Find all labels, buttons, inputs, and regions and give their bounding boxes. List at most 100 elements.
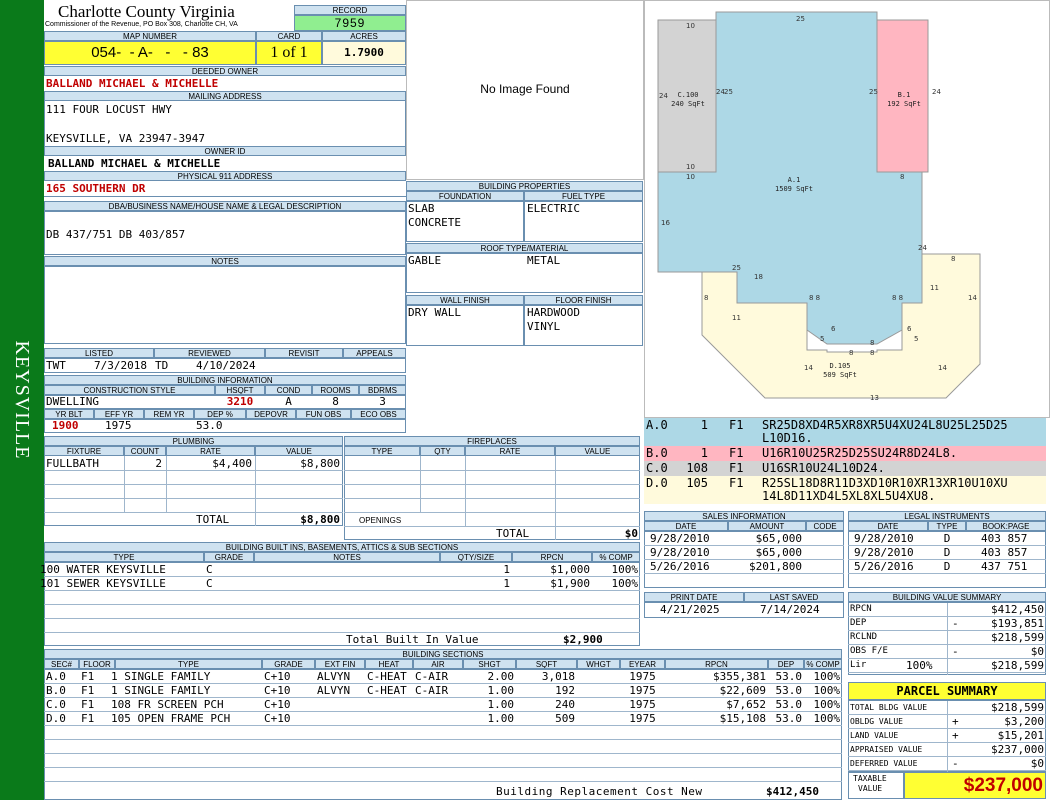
map-number-value: 054- - A- - - 83 bbox=[44, 41, 256, 65]
depovr-header: DEPOVR bbox=[246, 409, 296, 419]
section-cell: 53.0 bbox=[775, 684, 803, 697]
notes-box bbox=[44, 266, 406, 344]
wall-finish-value: DRY WALL bbox=[408, 306, 461, 319]
sections-col-9: WHGT bbox=[577, 659, 620, 669]
fireplace-col-qty: QTY bbox=[420, 446, 465, 456]
value-summary-value: $218,599 bbox=[991, 631, 1044, 644]
section-cell: ALVYN bbox=[317, 684, 351, 697]
sections-col-1: FLOOR bbox=[79, 659, 115, 669]
section-cell: 105 OPEN FRAME PCH bbox=[111, 712, 231, 725]
acres-value: 1.7900 bbox=[322, 41, 406, 65]
dim: 14 bbox=[968, 294, 977, 302]
section-cell: 53.0 bbox=[775, 670, 803, 683]
value-summary-label: DEP bbox=[850, 618, 867, 628]
roof-type-value: GABLE bbox=[408, 254, 442, 267]
builtin-col-type: TYPE bbox=[44, 552, 204, 562]
foundation-header: FOUNDATION bbox=[406, 191, 524, 201]
section-cell: 1975 bbox=[629, 670, 656, 683]
legal-bookpage: 437 751 bbox=[981, 560, 1028, 573]
row-line bbox=[344, 470, 640, 471]
sketch-label-c: C.100 bbox=[677, 91, 698, 99]
sections-col-5: HEAT bbox=[365, 659, 413, 669]
builtin-row-1-qty: 1 bbox=[503, 563, 510, 576]
vector-string-cont: L10D16. bbox=[762, 431, 813, 445]
building-info-row-2 bbox=[44, 419, 406, 433]
fireplace-total-label: TOTAL bbox=[496, 527, 530, 540]
plumbing-value: $8,800 bbox=[300, 457, 340, 470]
rooms-header: ROOMS bbox=[312, 385, 359, 395]
section-cell: 100% bbox=[813, 698, 841, 711]
section-cell: $7,652 bbox=[726, 698, 766, 711]
mailing-line-2: KEYSVILLE, VA 23947-3947 bbox=[46, 132, 205, 145]
section-cell: C.0 bbox=[46, 698, 66, 711]
builtin-total-value: $2,900 bbox=[563, 633, 603, 646]
section-cell: 1 SINGLE FAMILY bbox=[111, 670, 211, 683]
row-line bbox=[44, 725, 842, 726]
roof-box bbox=[406, 253, 643, 293]
sales-col-amount: AMOUNT bbox=[728, 521, 806, 531]
vector-code: 1 bbox=[700, 418, 708, 432]
dim: 25 bbox=[869, 88, 878, 96]
plumbing-header: PLUMBING bbox=[44, 436, 343, 446]
floor-finish-header: FLOOR FINISH bbox=[524, 295, 643, 305]
section-cell: $22,609 bbox=[719, 684, 766, 697]
vector-sec: C.0 bbox=[646, 461, 668, 475]
appeals-header: APPEALS bbox=[343, 348, 406, 358]
builtin-col-rpcn: RPCN bbox=[512, 552, 592, 562]
building-sketch: 25 10 24 24 25 25 24 10 10 8 16 24 8 25 … bbox=[644, 0, 1050, 418]
legal-desc-value: DB 437/751 DB 403/857 bbox=[46, 228, 186, 241]
sections-col-10: EYEAR bbox=[620, 659, 665, 669]
section-cell: 108 FR SCREEN PCH bbox=[111, 698, 224, 711]
section-cell: C-HEAT bbox=[367, 670, 407, 683]
section-cell: 1.00 bbox=[487, 684, 515, 697]
vector-sec: A.0 bbox=[646, 418, 668, 432]
print-date-value: 4/21/2025 bbox=[660, 603, 720, 616]
building-sections-header: BUILDING SECTIONS bbox=[44, 649, 842, 659]
row-line bbox=[44, 781, 842, 782]
plumbing-fixture: FULLBATH bbox=[46, 457, 99, 470]
builtin-row-1-grade: C bbox=[206, 563, 213, 576]
sales-amount: $65,000 bbox=[755, 532, 802, 545]
section-cell: F1 bbox=[81, 698, 95, 711]
section-cell: 53.0 bbox=[775, 698, 803, 711]
sketch-area-b: 192 SqFt bbox=[887, 100, 921, 108]
effyr-header: EFF YR bbox=[94, 409, 144, 419]
fireplace-col-type: TYPE bbox=[344, 446, 420, 456]
dim: 25 bbox=[724, 88, 733, 96]
section-cell: 2.00 bbox=[487, 670, 515, 683]
section-cell: C-AIR bbox=[415, 684, 449, 697]
dim: 10 bbox=[686, 163, 695, 171]
dim: 18 bbox=[754, 273, 763, 281]
dim: 24 bbox=[918, 244, 927, 252]
sections-col-11: RPCN bbox=[665, 659, 768, 669]
record-value: 7959 bbox=[294, 15, 406, 31]
legal-desc-header: DBA/BUSINESS NAME/HOUSE NAME & LEGAL DES… bbox=[44, 201, 406, 211]
commissioner-line: Commissioner of the Revenue, PO Box 308,… bbox=[45, 21, 238, 28]
vector-floor: F1 bbox=[729, 446, 744, 460]
sections-col-13: % COMP bbox=[804, 659, 842, 669]
bdrms-value: 3 bbox=[379, 395, 386, 408]
bdrms-header: BDRMS bbox=[359, 385, 406, 395]
builtin-row-2-qty: 1 bbox=[503, 577, 510, 590]
print-date-header: PRINT DATE bbox=[644, 592, 744, 602]
sections-col-3: GRADE bbox=[262, 659, 315, 669]
section-cell: 3,018 bbox=[541, 670, 575, 683]
value-summary-value: $193,851 bbox=[991, 617, 1044, 630]
section-cell: 1975 bbox=[629, 684, 656, 697]
parcel-label: LAND VALUE bbox=[850, 731, 899, 740]
building-info-header: BUILDING INFORMATION bbox=[44, 375, 406, 385]
vector-floor: F1 bbox=[729, 418, 744, 432]
section-cell: F1 bbox=[81, 670, 95, 683]
legal-instruments-header: LEGAL INSTRUMENTS bbox=[848, 511, 1046, 521]
dim: 14 bbox=[804, 364, 813, 372]
mailing-line-1: 111 FOUR LOCUST HWY bbox=[46, 103, 172, 116]
taxable-value: $237,000 bbox=[904, 772, 1046, 799]
roof-material-value: METAL bbox=[527, 254, 561, 267]
plumbing-rate: $4,400 bbox=[212, 457, 252, 470]
dim: 10 bbox=[686, 22, 695, 30]
mailing-address-header: MAILING ADDRESS bbox=[44, 91, 406, 101]
row-line bbox=[44, 498, 343, 499]
fuel-type-header: FUEL TYPE bbox=[524, 191, 643, 201]
section-cell: F1 bbox=[81, 684, 95, 697]
section-cell: 100% bbox=[813, 712, 841, 725]
